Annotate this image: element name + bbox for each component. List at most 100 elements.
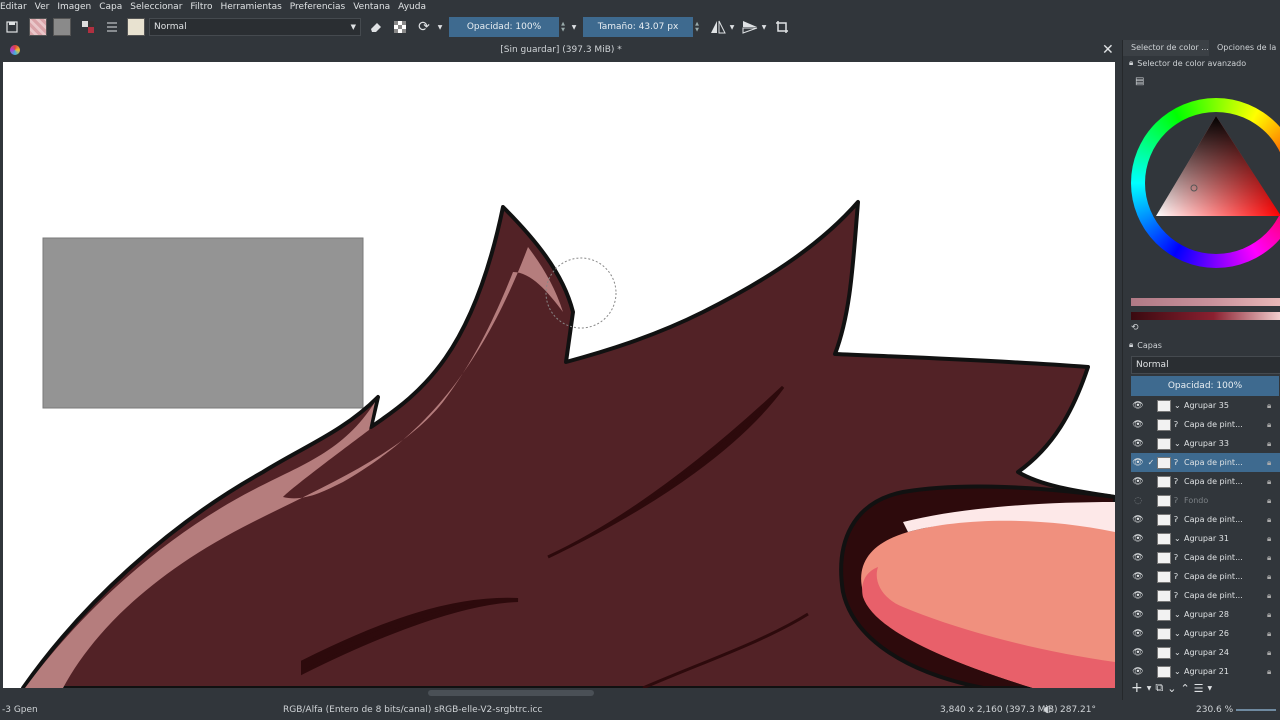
eye-icon[interactable]: 👁︎ (1131, 610, 1145, 620)
close-icon[interactable]: ✕ (1102, 42, 1114, 58)
brush-settings-icon[interactable] (103, 18, 121, 36)
document-title[interactable]: [Sin guardar] (397.3 MiB) * (0, 45, 1122, 55)
eye-icon[interactable]: 👁︎ (1131, 439, 1145, 449)
color-settings-icon[interactable]: ▤ (1135, 76, 1144, 87)
pattern-swatch[interactable] (29, 18, 47, 36)
menu-item-ver[interactable]: Ver (31, 2, 54, 12)
color-history-bar-2[interactable] (1131, 312, 1280, 320)
layer-lock-icon[interactable]: 🔒︎ (1267, 458, 1280, 468)
color-wheel[interactable] (1131, 98, 1280, 268)
eye-icon[interactable]: 👁︎ (1131, 648, 1145, 658)
menu-item-capa[interactable]: Capa (95, 2, 126, 12)
layer-row[interactable]: 👁︎ ʔ Capa de pint... 🔒︎ (1131, 510, 1280, 529)
color-history-bar[interactable] (1131, 298, 1280, 306)
menu-item-preferencias[interactable]: Preferencias (286, 2, 349, 12)
layer-row[interactable]: 👁︎ ⌄ Agrupar 24 🔒︎ (1131, 643, 1280, 662)
color-triangle[interactable] (1131, 98, 1280, 268)
menu-item-ventana[interactable]: Ventana (349, 2, 394, 12)
mirror-vertical-icon[interactable] (741, 18, 759, 36)
refresh-icon[interactable]: ⟲ (1131, 323, 1139, 333)
zoom-value[interactable]: 230.6 % (1196, 705, 1233, 715)
menu-item-editar[interactable]: Editar (0, 2, 31, 12)
eye-icon[interactable]: 👁︎ (1131, 534, 1145, 544)
clip-icon[interactable]: ʔ (1174, 591, 1184, 600)
mirror-horizontal-icon[interactable] (709, 18, 727, 36)
layer-lock-icon[interactable]: 🔒︎ (1267, 591, 1280, 601)
size-slider[interactable]: Tamaño: 43.07 px (583, 17, 693, 37)
chevron-down-icon[interactable]: ▼ (1147, 685, 1152, 692)
horizontal-scrollbar[interactable] (0, 688, 1122, 700)
eraser-icon[interactable] (367, 18, 385, 36)
rotation-value[interactable]: 287.21° (1060, 705, 1096, 715)
group-fold-icon[interactable]: ⌄ (1174, 667, 1184, 676)
move-layer-down-icon[interactable]: ⌄ (1167, 682, 1176, 695)
lock-icon[interactable]: 🔒︎ (1129, 340, 1133, 350)
opacity-spinner[interactable]: ▲ ▼ (559, 17, 567, 37)
clip-icon[interactable]: ʔ (1174, 477, 1184, 486)
layer-lock-icon[interactable]: 🔒︎ (1267, 401, 1280, 411)
layer-row[interactable]: 👁︎ ⌄ Agrupar 33 🔒︎ (1131, 434, 1280, 453)
layers-opacity-slider[interactable]: Opacidad: 100% (1131, 376, 1279, 396)
layer-lock-icon[interactable]: 🔒︎ (1267, 515, 1280, 525)
layer-row[interactable]: ◌ ʔ Fondo 🔒︎ (1131, 491, 1280, 510)
duplicate-layer-icon[interactable]: ⧉ (1155, 681, 1163, 695)
scrollbar-thumb[interactable] (428, 690, 594, 696)
group-fold-icon[interactable]: ⌄ (1174, 648, 1184, 657)
size-spinner[interactable]: ▲ ▼ (693, 17, 701, 37)
gradient-swatch[interactable] (53, 18, 71, 36)
eye-icon[interactable]: 👁︎ (1131, 591, 1145, 601)
layer-lock-icon[interactable]: 🔒︎ (1267, 534, 1280, 544)
layer-row[interactable]: 👁︎ ⌄ Agrupar 35 🔒︎ (1131, 396, 1280, 415)
layer-row[interactable]: 👁︎ ⌄ Agrupar 28 🔒︎ (1131, 605, 1280, 624)
chevron-down-icon[interactable]: ▼ (1208, 685, 1213, 692)
check-icon[interactable]: ✓ (1145, 458, 1157, 467)
menu-item-imagen[interactable]: Imagen (53, 2, 95, 12)
chevron-down-icon[interactable]: ▼ (569, 18, 579, 36)
clip-icon[interactable]: ʔ (1174, 458, 1184, 467)
clip-icon[interactable]: ʔ (1174, 572, 1184, 581)
layer-lock-icon[interactable]: 🔒︎ (1267, 667, 1280, 677)
clip-icon[interactable]: ʔ (1174, 496, 1184, 505)
menu-item-herramientas[interactable]: Herramientas (216, 2, 285, 12)
menu-item-ayuda[interactable]: Ayuda (394, 2, 430, 12)
lock-icon[interactable]: 🔒︎ (1129, 58, 1133, 68)
eye-icon[interactable]: 👁︎ (1131, 401, 1145, 411)
brush-preset-icon[interactable] (127, 18, 145, 36)
tab-color-selector[interactable]: Selector de color ... (1123, 40, 1209, 56)
group-fold-icon[interactable]: ⌄ (1174, 439, 1184, 448)
layer-row[interactable]: 👁︎ ʔ Capa de pint... 🔒︎ (1131, 548, 1280, 567)
eye-icon[interactable]: 👁︎ (1131, 572, 1145, 582)
zoom-slider[interactable] (1236, 709, 1276, 711)
layers-blend-mode-select[interactable]: Normal (1131, 356, 1280, 374)
clip-icon[interactable]: ʔ (1174, 553, 1184, 562)
layer-lock-icon[interactable]: 🔒︎ (1267, 553, 1280, 563)
canvas[interactable] (3, 62, 1115, 688)
palette-icon[interactable] (79, 18, 97, 36)
eye-icon[interactable]: 👁︎ (1131, 515, 1145, 525)
layer-lock-icon[interactable]: 🔒︎ (1267, 439, 1280, 449)
group-fold-icon[interactable]: ⌄ (1174, 534, 1184, 543)
opacity-slider[interactable]: Opacidad: 100% (449, 17, 559, 37)
eye-icon[interactable]: 👁︎ (1131, 477, 1145, 487)
group-fold-icon[interactable]: ⌄ (1174, 610, 1184, 619)
blend-mode-select[interactable]: Normal ▼ (149, 18, 361, 36)
eye-icon[interactable]: 👁︎ (1131, 667, 1145, 677)
layer-row[interactable]: 👁︎ ✓ ʔ Capa de pint... 🔒︎ (1131, 453, 1280, 472)
clip-icon[interactable]: ʔ (1174, 420, 1184, 429)
menu-item-filtro[interactable]: Filtro (186, 2, 216, 12)
eye-icon[interactable]: ◌ (1131, 496, 1145, 506)
alpha-lock-icon[interactable] (391, 18, 409, 36)
group-fold-icon[interactable]: ⌄ (1174, 401, 1184, 410)
layer-row[interactable]: 👁︎ ʔ Capa de pint... 🔒︎ (1131, 472, 1280, 491)
move-layer-up-icon[interactable]: ⌃ (1180, 682, 1189, 695)
layer-row[interactable]: 👁︎ ʔ Capa de pint... 🔒︎ (1131, 415, 1280, 434)
layer-lock-icon[interactable]: 🔒︎ (1267, 496, 1280, 506)
reload-preset-icon[interactable]: ⟳ (415, 18, 433, 36)
save-icon[interactable] (3, 18, 21, 36)
eye-icon[interactable]: 👁︎ (1131, 553, 1145, 563)
eye-icon[interactable]: 👁︎ (1131, 420, 1145, 430)
tab-tool-options[interactable]: Opciones de la (1209, 40, 1280, 56)
layer-row[interactable]: 👁︎ ⌄ Agrupar 31 🔒︎ (1131, 529, 1280, 548)
crop-icon[interactable] (773, 18, 791, 36)
layer-lock-icon[interactable]: 🔒︎ (1267, 629, 1280, 639)
